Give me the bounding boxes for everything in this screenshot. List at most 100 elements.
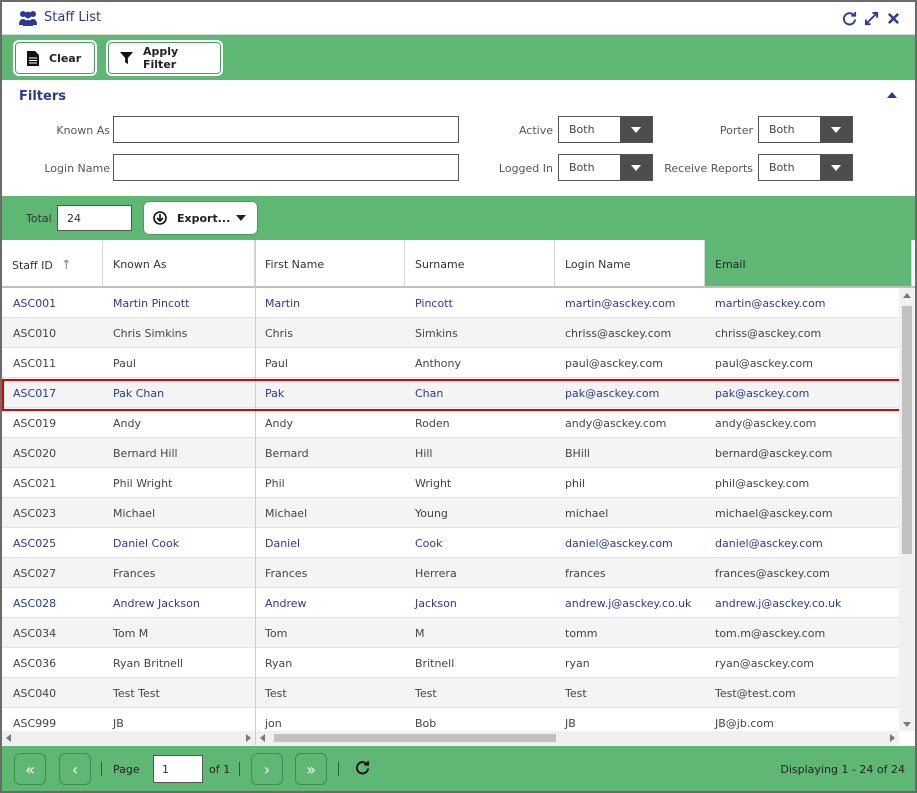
login-name-label: Login Name bbox=[44, 162, 110, 175]
horizontal-scrollbar-frozen[interactable] bbox=[2, 731, 255, 745]
staff-id-cell: ASC034 bbox=[13, 627, 57, 640]
table-row[interactable]: ASC027 Frances Frances Herrera frances france… bbox=[2, 558, 899, 588]
login-name-cell: BHill bbox=[565, 447, 590, 460]
first-name-cell: Paul bbox=[265, 357, 288, 370]
active-select[interactable]: Both bbox=[558, 116, 653, 143]
login-name-cell: andy@asckey.com bbox=[565, 417, 667, 430]
surname-cell: Herrera bbox=[415, 567, 457, 580]
table-row[interactable]: ASC020 Bernard Hill Bernard Hill BHill bernar… bbox=[2, 438, 899, 468]
email-cell: andrew.j@asckey.co.uk bbox=[715, 597, 842, 610]
refresh-icon[interactable] bbox=[355, 760, 370, 779]
prev-page-button[interactable]: ‹ bbox=[59, 753, 91, 785]
table-row[interactable]: ASC001 Martin Pincott Martin Pincott martin@… bbox=[2, 288, 899, 318]
pager: « ‹ Page 1 of 1 › » Displaying 1 - 24 of… bbox=[2, 746, 915, 791]
grid-toolbar: Total 24 Export... bbox=[2, 196, 915, 240]
table-row[interactable]: ASC025 Daniel Cook Daniel Cook daniel@asckey… bbox=[2, 528, 899, 558]
surname-cell: Test bbox=[415, 687, 437, 700]
known-as-cell: Martin Pincott bbox=[113, 297, 190, 310]
login-name-cell: frances bbox=[565, 567, 606, 580]
logged-in-select[interactable]: Both bbox=[558, 154, 653, 181]
known-as-cell: Pak Chan bbox=[113, 387, 165, 400]
export-button[interactable]: Export... bbox=[143, 201, 258, 235]
next-page-button[interactable]: › bbox=[251, 753, 283, 785]
staff-id-cell: ASC025 bbox=[13, 537, 57, 550]
column-header-surname[interactable]: Surname bbox=[405, 240, 555, 286]
horizontal-scrollbar[interactable] bbox=[256, 731, 899, 745]
email-cell: andy@asckey.com bbox=[715, 417, 817, 430]
table-header: Staff ID ↑ Known As First Name Surname Lo… bbox=[2, 240, 915, 288]
close-icon[interactable] bbox=[885, 10, 901, 26]
first-page-button[interactable]: « bbox=[14, 753, 46, 785]
login-name-input[interactable] bbox=[113, 154, 459, 181]
staff-id-cell: ASC011 bbox=[13, 357, 57, 370]
login-name-cell: chriss@asckey.com bbox=[565, 327, 672, 340]
table-row[interactable]: ASC028 Andrew Jackson Andrew Jackson andrew.… bbox=[2, 588, 899, 618]
table-row[interactable]: ASC999 JB jon Bob JB JB@jb.com bbox=[2, 708, 899, 731]
surname-cell: Roden bbox=[415, 417, 450, 430]
vertical-scrollbar[interactable] bbox=[899, 288, 915, 731]
column-header-known-as[interactable]: Known As bbox=[103, 240, 255, 286]
receive-reports-select[interactable]: Both bbox=[758, 154, 853, 181]
porter-select-value: Both bbox=[769, 123, 795, 136]
email-cell: ryan@asckey.com bbox=[715, 657, 814, 670]
page-label: Page bbox=[113, 763, 140, 776]
surname-cell: Anthony bbox=[415, 357, 461, 370]
filters-panel: Filters Known As Login Name Active Both … bbox=[2, 80, 915, 196]
column-header-login-name[interactable]: Login Name bbox=[555, 240, 705, 286]
email-cell: pak@asckey.com bbox=[715, 387, 810, 400]
surname-cell: Simkins bbox=[415, 327, 458, 340]
collapse-up-icon[interactable] bbox=[887, 92, 897, 98]
first-name-cell: Phil bbox=[265, 477, 285, 490]
column-header-staff-id[interactable]: Staff ID ↑ bbox=[2, 240, 103, 286]
table-row[interactable]: ASC036 Ryan Britnell Ryan Britnell ryan ryan@… bbox=[2, 648, 899, 678]
chevron-down-icon bbox=[620, 155, 652, 180]
known-as-cell: Michael bbox=[113, 507, 156, 520]
scroll-left-icon[interactable] bbox=[6, 734, 11, 742]
email-cell: chriss@asckey.com bbox=[715, 327, 822, 340]
staff-id-cell: ASC019 bbox=[13, 417, 57, 430]
first-name-cell: Martin bbox=[265, 297, 301, 310]
scroll-up-icon[interactable] bbox=[903, 293, 911, 298]
table-row[interactable]: ASC019 Andy Andy Roden andy@asckey.com andy@a… bbox=[2, 408, 899, 438]
title-bar: Staff List bbox=[2, 2, 915, 35]
scroll-right-icon[interactable] bbox=[246, 734, 251, 742]
double-chevron-left-icon: « bbox=[25, 759, 35, 779]
column-header-email[interactable]: Email bbox=[705, 240, 912, 286]
first-name-cell: Daniel bbox=[265, 537, 301, 550]
page-of-label: of 1 bbox=[209, 763, 231, 776]
known-as-cell: Bernard Hill bbox=[113, 447, 178, 460]
table-row[interactable]: ASC017 Pak Chan Pak Chan pak@asckey.com pak@a… bbox=[2, 378, 899, 408]
pager-divider bbox=[338, 762, 339, 776]
expand-icon[interactable] bbox=[863, 10, 879, 26]
first-name-cell: jon bbox=[265, 717, 282, 730]
column-header-first-name[interactable]: First Name bbox=[255, 240, 405, 286]
table-row[interactable]: ASC011 Paul Paul Anthony paul@asckey.com paul… bbox=[2, 348, 899, 378]
known-as-cell: Daniel Cook bbox=[113, 537, 180, 550]
surname-cell: Chan bbox=[415, 387, 444, 400]
surname-cell: Young bbox=[415, 507, 448, 520]
porter-select[interactable]: Both bbox=[758, 116, 853, 143]
table-row[interactable]: ASC021 Phil Wright Phil Wright phil phil@asck… bbox=[2, 468, 899, 498]
receive-reports-select-value: Both bbox=[769, 161, 795, 174]
apply-filter-button[interactable]: Apply Filter bbox=[106, 40, 223, 76]
vertical-scroll-thumb[interactable] bbox=[902, 306, 912, 554]
table-row[interactable]: ASC010 Chris Simkins Chris Simkins chriss@as… bbox=[2, 318, 899, 348]
login-name-cell: paul@asckey.com bbox=[565, 357, 663, 370]
horizontal-scroll-thumb[interactable] bbox=[274, 734, 556, 742]
scroll-left-icon[interactable] bbox=[260, 734, 265, 742]
first-name-cell: Chris bbox=[265, 327, 293, 340]
email-cell: martin@asckey.com bbox=[715, 297, 826, 310]
refresh-icon[interactable] bbox=[841, 10, 857, 26]
last-page-button[interactable]: » bbox=[295, 753, 327, 785]
table-row[interactable]: ASC023 Michael Michael Young michael michael@… bbox=[2, 498, 899, 528]
known-as-input[interactable] bbox=[113, 116, 459, 143]
scroll-right-icon[interactable] bbox=[890, 734, 895, 742]
clear-button[interactable]: Clear bbox=[13, 40, 97, 76]
staff-id-cell: ASC040 bbox=[13, 687, 57, 700]
login-name-cell: michael bbox=[565, 507, 609, 520]
table-row[interactable]: ASC040 Test Test Test Test Test Test@test.com bbox=[2, 678, 899, 708]
page-number-input[interactable]: 1 bbox=[153, 755, 203, 783]
scroll-down-icon[interactable] bbox=[903, 722, 911, 727]
logged-in-select-value: Both bbox=[569, 161, 595, 174]
table-row[interactable]: ASC034 Tom M Tom Mtomm tom.m@asckey.com bbox=[2, 618, 899, 648]
